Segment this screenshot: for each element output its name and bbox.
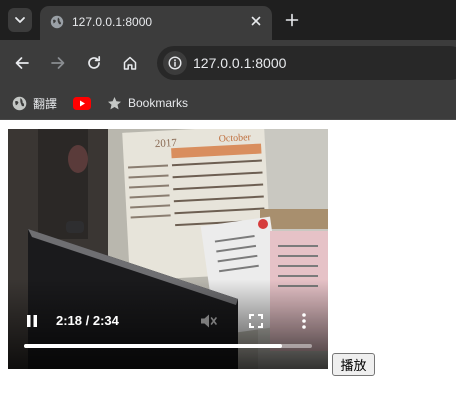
bookmark-label: Bookmarks [128, 96, 189, 110]
back-button[interactable] [11, 52, 33, 74]
plus-icon [285, 13, 299, 27]
fullscreen-icon [249, 314, 263, 328]
seek-bar[interactable] [24, 344, 312, 348]
bookmark-label: 翻譯 [33, 96, 58, 111]
more-options-button[interactable] [300, 312, 308, 330]
address-bar[interactable]: 127.0.0.1:8000 [157, 46, 456, 80]
play-button[interactable]: 播放 [332, 353, 375, 376]
forward-button[interactable] [47, 52, 69, 74]
new-tab-button[interactable] [282, 10, 302, 30]
tab-search-button[interactable] [8, 8, 32, 32]
bookmark-translate[interactable]: 翻譯 [12, 94, 57, 112]
bookmark-folder[interactable]: Bookmarks [107, 94, 188, 112]
globe-icon [50, 15, 64, 29]
url-text: 127.0.0.1:8000 [193, 55, 287, 71]
svg-text:October: October [218, 132, 251, 145]
svg-text:2017: 2017 [155, 137, 178, 150]
star-icon [108, 96, 121, 109]
site-info-button[interactable] [163, 51, 187, 75]
time-display: 2:18 / 2:34 [56, 313, 119, 328]
info-icon [168, 56, 182, 70]
mute-button[interactable] [198, 311, 218, 331]
home-button[interactable] [119, 52, 141, 74]
tab-title: 127.0.0.1:8000 [72, 15, 153, 29]
close-icon [251, 16, 261, 26]
seek-bar-progress [24, 344, 283, 348]
tab-active[interactable]: 127.0.0.1:8000 [40, 6, 272, 40]
home-icon [123, 56, 137, 70]
youtube-icon [73, 96, 91, 110]
arrow-right-icon [51, 57, 65, 69]
chevron-down-icon [15, 17, 25, 23]
tab-strip: 127.0.0.1:8000 [0, 0, 456, 40]
reload-icon [88, 55, 101, 69]
globe-icon [12, 96, 27, 110]
more-vert-icon [302, 313, 306, 329]
fullscreen-button[interactable] [248, 313, 264, 329]
tab-close-button[interactable] [247, 12, 265, 30]
volume-muted-icon [201, 314, 217, 328]
browser-toolbar: 127.0.0.1:8000 [0, 40, 456, 86]
pause-icon [27, 315, 37, 327]
pause-button[interactable] [24, 313, 40, 329]
arrow-left-icon [15, 57, 29, 69]
reload-button[interactable] [83, 52, 105, 74]
video-player[interactable]: 2017 October 2:18 / 2:34 [8, 129, 328, 369]
bookmarks-bar: 翻譯 Bookmarks [0, 86, 456, 120]
bookmark-youtube[interactable] [73, 94, 91, 112]
